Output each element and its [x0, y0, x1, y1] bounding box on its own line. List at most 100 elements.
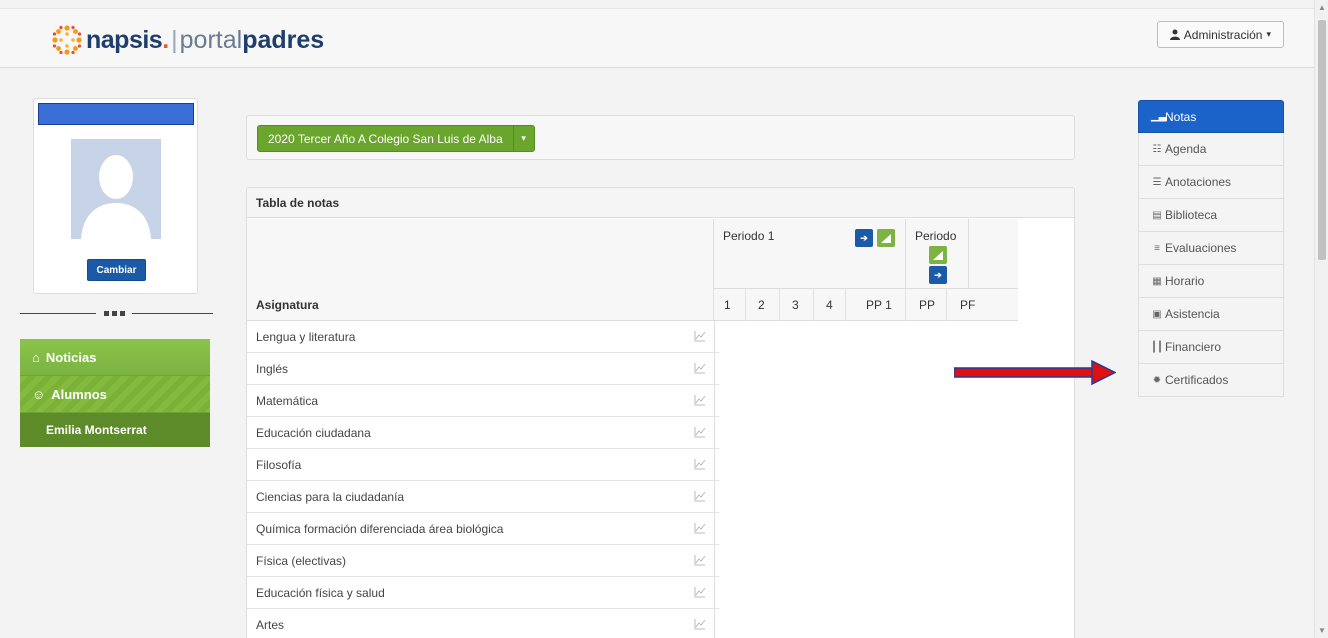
- nav-item-label: Biblioteca: [1165, 208, 1218, 222]
- redacted-name-bar: [38, 103, 194, 125]
- chart-line-icon[interactable]: [694, 522, 706, 534]
- nav-item-label: Certificados: [1165, 373, 1229, 387]
- subject-name: Matemática: [256, 393, 319, 408]
- table-row: Ciencias para la ciudadanía: [247, 481, 719, 513]
- calendar-icon: ▣: [1152, 308, 1162, 320]
- chevron-down-icon: ▾: [1266, 29, 1271, 39]
- chart-line-icon[interactable]: [694, 426, 706, 438]
- subject-name: Artes: [256, 617, 285, 632]
- avatar-silhouette-icon: [71, 139, 161, 239]
- nav-item-biblioteca[interactable]: ▤ Biblioteca: [1138, 199, 1284, 232]
- home-icon: ⌂: [32, 349, 40, 365]
- nav-item-alumnos[interactable]: ☺ Alumnos: [20, 376, 210, 413]
- nav-item-label: Agenda: [1165, 142, 1207, 156]
- subject-name: Educación ciudadana: [256, 425, 371, 440]
- nav-item-notas[interactable]: ▁▃ Notas: [1138, 100, 1284, 133]
- chart-line-icon[interactable]: [694, 586, 706, 598]
- subject-name: Educación física y salud: [256, 585, 385, 600]
- table-row: Matemática: [247, 385, 719, 417]
- nav-item-asistencia[interactable]: ▣ Asistencia: [1138, 298, 1284, 331]
- table-row: Educación física y salud: [247, 577, 719, 609]
- brand-name: napsis: [86, 25, 163, 54]
- column-header-4: 4: [814, 289, 846, 321]
- column-header-1: 1: [714, 289, 746, 321]
- bar-chart-icon: ▁▃: [1151, 111, 1167, 122]
- table-row: Inglés: [247, 353, 719, 385]
- nav-item-noticias[interactable]: ⌂ Noticias: [20, 339, 210, 376]
- chart-line-icon[interactable]: [694, 330, 706, 342]
- divider-ornament: [96, 309, 132, 317]
- administration-dropdown[interactable]: Administración ▾: [1156, 21, 1284, 48]
- nav-subitem-student[interactable]: Emilia Montserrat: [20, 413, 210, 447]
- chart-icon[interactable]: [929, 246, 947, 264]
- chevron-down-icon[interactable]: ▾: [514, 126, 534, 151]
- right-navigation: ▁▃ Notas ☷ Agenda ☰ Anotaciones ▤ Biblioteca…: [1138, 100, 1284, 397]
- year-course-dropdown[interactable]: 2020 Tercer Año A Colegio San Luis de Al…: [257, 125, 535, 152]
- vertical-scrollbar[interactable]: ▲ ▼: [1314, 0, 1328, 638]
- scroll-up-icon[interactable]: ▲: [1318, 3, 1326, 12]
- chart-line-icon[interactable]: [694, 394, 706, 406]
- top-header: napsis. | portal padres Administración ▾: [0, 8, 1314, 68]
- nav-item-label: Notas: [1165, 109, 1197, 124]
- table-row: Filosofía: [247, 449, 719, 481]
- book-icon: ▤: [1152, 209, 1162, 221]
- user-icon: [1169, 29, 1180, 40]
- nav-item-anotaciones[interactable]: ☰ Anotaciones: [1138, 166, 1284, 199]
- certificate-icon: ✹: [1152, 374, 1162, 386]
- arrow-right-icon[interactable]: ➔: [929, 266, 947, 284]
- list-icon: ☰: [1152, 176, 1162, 188]
- student-profile-card: Cambiar: [33, 98, 198, 294]
- period-1-label: Periodo 1: [723, 229, 775, 243]
- period-1-header: Periodo 1 ➔: [714, 219, 906, 289]
- chart-line-icon[interactable]: [694, 490, 706, 502]
- brand-padres: padres: [242, 25, 325, 54]
- nav-item-horario[interactable]: ▦ Horario: [1138, 265, 1284, 298]
- brand-portal: portal: [179, 25, 243, 54]
- red-arrow-annotation-icon: [954, 360, 1116, 386]
- period-2-label: Periodo: [915, 229, 957, 243]
- grades-table-panel: Tabla de notas Periodo 1 ➔ Periodo ➔ Asi…: [246, 187, 1075, 638]
- avatar: [71, 139, 161, 239]
- arrow-right-icon[interactable]: ➔: [855, 229, 873, 247]
- nav-item-label: Evaluaciones: [1165, 241, 1237, 255]
- flower-logo-icon: [52, 25, 82, 55]
- nav-item-label: Alumnos: [51, 386, 107, 402]
- scrollbar-thumb[interactable]: [1318, 20, 1326, 260]
- nav-item-financiero[interactable]: ┃┃ Financiero: [1138, 331, 1284, 364]
- chart-line-icon[interactable]: [694, 618, 706, 630]
- brand-dot: .: [162, 25, 170, 54]
- year-course-label: 2020 Tercer Año A Colegio San Luis de Al…: [258, 126, 514, 151]
- column-header-pp: PP: [906, 289, 947, 321]
- period-header-row: Periodo 1 ➔ Periodo ➔: [247, 219, 1018, 289]
- columns-icon: ┃┃: [1151, 341, 1164, 353]
- column-header-row: Asignatura 1 2 3 4 PP 1 PP PF: [247, 289, 1018, 321]
- napsis-logo[interactable]: napsis. | portal padres: [50, 23, 324, 57]
- grid-icon: ☷: [1152, 143, 1162, 155]
- period-2-header: Periodo ➔: [906, 219, 969, 289]
- column-header-2: 2: [746, 289, 780, 321]
- list-icon: ≡: [1154, 242, 1160, 254]
- chart-line-icon[interactable]: [694, 554, 706, 566]
- column-header-subject: Asignatura: [247, 289, 714, 321]
- nav-item-evaluaciones[interactable]: ≡ Evaluaciones: [1138, 232, 1284, 265]
- chart-line-icon[interactable]: [694, 458, 706, 470]
- subject-name: Química formación diferenciada área biol…: [256, 521, 504, 536]
- chart-icon[interactable]: [877, 229, 895, 247]
- column-header-pp1: PP 1: [846, 289, 906, 321]
- change-photo-button[interactable]: Cambiar: [87, 259, 146, 281]
- subject-name: Lengua y literatura: [256, 329, 356, 344]
- administration-label: Administración: [1183, 27, 1263, 42]
- nav-item-label: Horario: [1165, 274, 1205, 288]
- nav-item-label: Asistencia: [1165, 307, 1220, 321]
- table-row: Física (electivas): [247, 545, 719, 577]
- panel-title: Tabla de notas: [247, 188, 1074, 218]
- year-selector-panel: 2020 Tercer Año A Colegio San Luis de Al…: [246, 115, 1075, 160]
- chart-line-icon[interactable]: [694, 362, 706, 374]
- table-icon: ▦: [1152, 275, 1162, 287]
- nav-item-label: Anotaciones: [1165, 175, 1232, 189]
- nav-item-certificados[interactable]: ✹ Certificados: [1138, 364, 1284, 397]
- scroll-down-icon[interactable]: ▼: [1318, 626, 1326, 635]
- user-icon: ☺: [32, 386, 46, 402]
- nav-item-agenda[interactable]: ☷ Agenda: [1138, 133, 1284, 166]
- table-row: Artes: [247, 609, 719, 638]
